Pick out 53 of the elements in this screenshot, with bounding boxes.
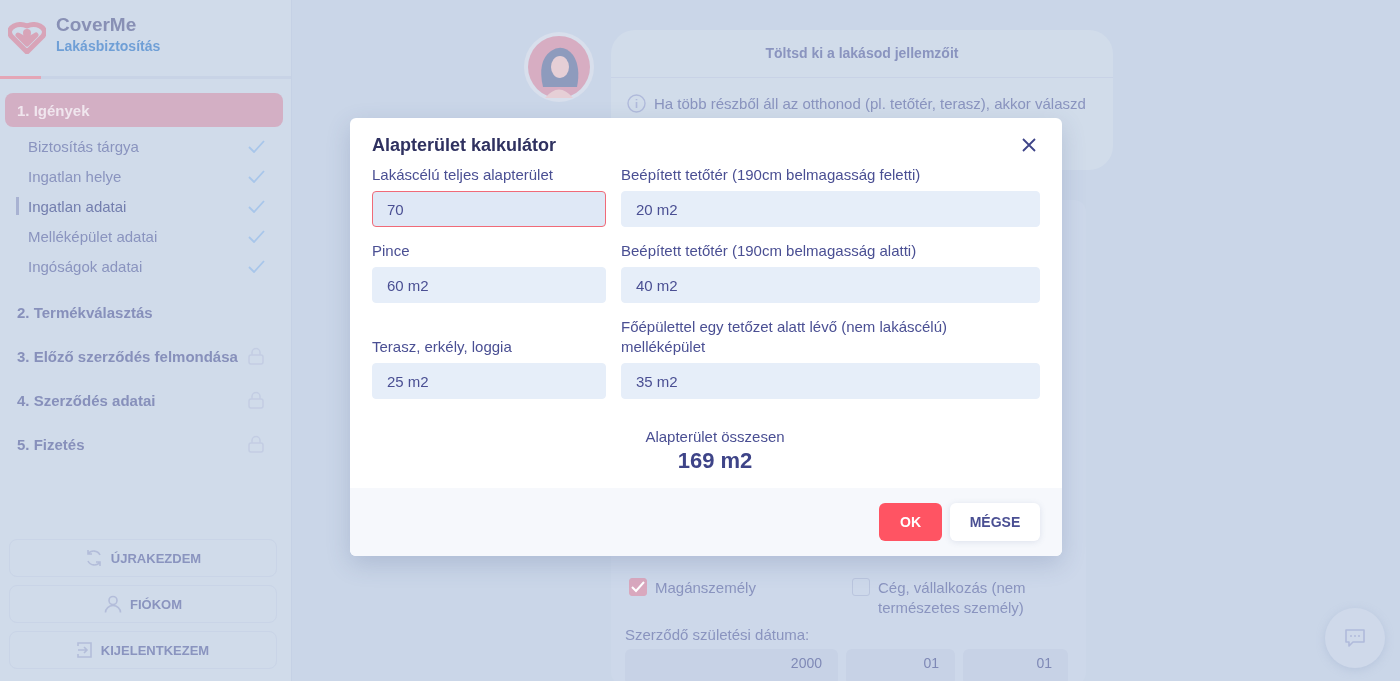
- input-field[interactable]: 40 m2: [621, 267, 1040, 303]
- close-icon: [1022, 138, 1036, 152]
- check-icon: [248, 229, 265, 243]
- date-field[interactable]: 2000: [625, 649, 838, 681]
- substep-item[interactable]: Ingatlan adatai: [5, 191, 283, 221]
- input-field[interactable]: 70: [372, 191, 606, 227]
- step-item[interactable]: 4. Szerződés adatai: [5, 383, 283, 417]
- refresh-icon: [84, 549, 103, 567]
- product-name: Lakásbiztosítás: [56, 38, 161, 54]
- step-item[interactable]: 5. Fizetés: [5, 427, 283, 461]
- option-label: Cég, vállalkozás (nem természetes személy): [878, 578, 1027, 618]
- info-icon: [627, 94, 646, 113]
- brand-name: CoverMe: [56, 14, 138, 36]
- info-text: Ha több részből áll az otthonod (pl. tetőtér, terasz), akkor válaszd: [654, 95, 1086, 112]
- substep-item[interactable]: Biztosítás tárgya: [5, 131, 283, 161]
- field-label: Beépített tetőtér (190cm belmagasság alatti): [621, 241, 918, 261]
- date-field[interactable]: 01: [963, 649, 1068, 681]
- logout-button[interactable]: KIJELENTKEZEM: [9, 631, 277, 669]
- cancel-button[interactable]: MÉGSE: [950, 503, 1040, 541]
- checkbox[interactable]: [629, 578, 647, 596]
- field-label: Lakáscélú teljes alapterület: [372, 165, 554, 185]
- heart-logo-icon: [8, 22, 46, 54]
- account-button[interactable]: FIÓKOM: [9, 585, 277, 623]
- field-label: Terasz, erkély, loggia: [372, 337, 513, 357]
- input-field[interactable]: 25 m2: [372, 363, 606, 399]
- chat-icon: [1344, 628, 1366, 648]
- intro-title: Töltsd ki a lakásod jellemzőit: [611, 30, 1113, 78]
- input-field[interactable]: 60 m2: [372, 267, 606, 303]
- option-label: Magánszemély: [655, 578, 757, 598]
- input-field[interactable]: 20 m2: [621, 191, 1040, 227]
- substep-item[interactable]: Ingatlan helye: [5, 161, 283, 191]
- field-label: Beépített tetőtér (190cm belmagasság feletti): [621, 165, 922, 185]
- field-label: Főépülettel egy tetőzet alatt lévő (nem lakáscélú) melléképület: [621, 317, 948, 357]
- step-item[interactable]: 3. Előző szerződés felmondása: [5, 339, 283, 373]
- field-label: Szerződő születési dátuma:: [625, 626, 811, 643]
- dialog-title: Alapterület kalkulátor: [372, 134, 557, 156]
- check-icon: [248, 199, 265, 213]
- step-item[interactable]: 2. Termékválasztás: [5, 295, 283, 329]
- total-value: 169 m2: [677, 448, 753, 474]
- check-icon: [248, 139, 265, 153]
- check-icon: [248, 259, 265, 273]
- total-label: Alapterület összesen: [645, 428, 785, 445]
- field-label: Pince: [372, 241, 411, 261]
- substep-item[interactable]: Ingóságok adatai: [5, 251, 283, 281]
- ok-button[interactable]: OK: [879, 503, 942, 541]
- restart-button[interactable]: ÚJRAKEZDEM: [9, 539, 277, 577]
- input-field[interactable]: 35 m2: [621, 363, 1040, 399]
- avatar-icon: [523, 31, 595, 103]
- date-field[interactable]: 01: [846, 649, 955, 681]
- user-icon: [104, 595, 122, 613]
- logout-icon: [76, 641, 93, 659]
- check-icon: [248, 169, 265, 183]
- substep-item[interactable]: Melléképület adatai: [5, 221, 283, 251]
